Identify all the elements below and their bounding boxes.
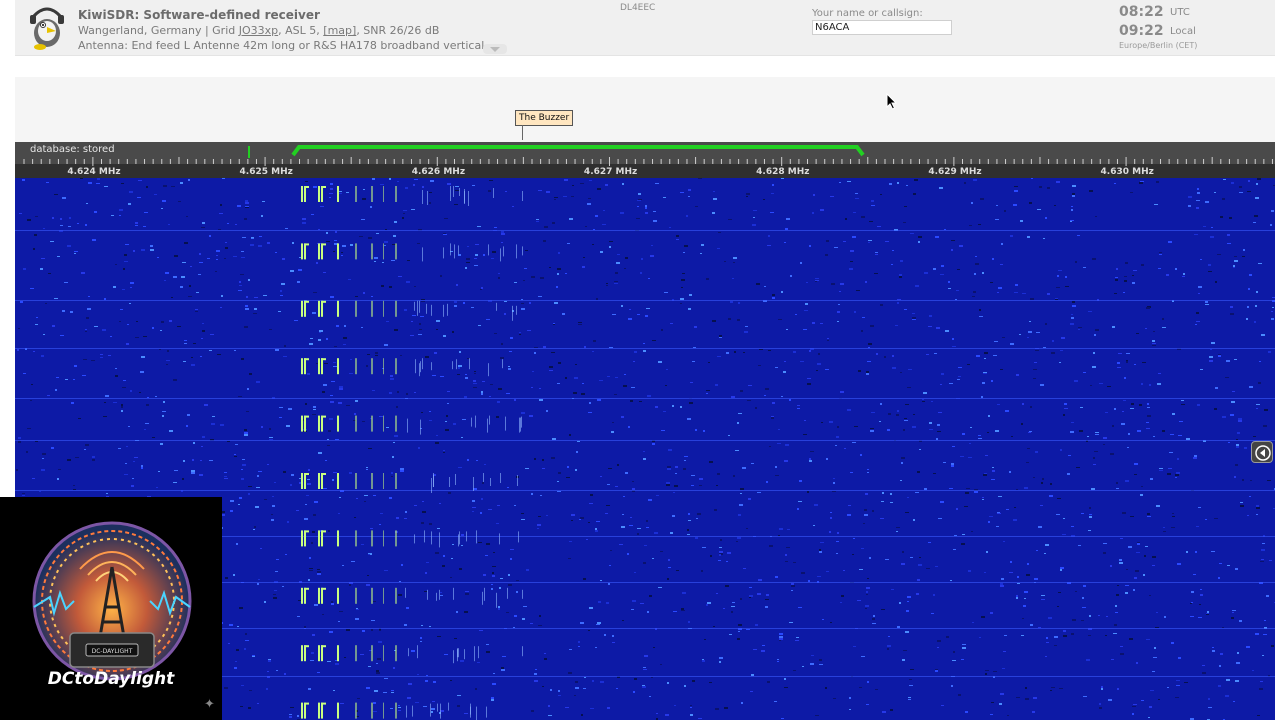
freq-label: 4.628 MHz (756, 167, 810, 177)
grid-link[interactable]: JO33xp (239, 24, 278, 37)
freq-label: 4.624 MHz (67, 167, 121, 177)
map-link[interactable]: [map] (323, 24, 356, 37)
kiwi-logo-icon[interactable] (28, 3, 66, 51)
freq-label: 4.630 MHz (1100, 167, 1154, 177)
freq-label: 4.629 MHz (928, 167, 982, 177)
snr-text: , SNR 26/26 dB (356, 24, 440, 37)
collapse-header-button[interactable] (483, 44, 507, 54)
mouse-pointer-icon (886, 93, 898, 110)
database-status: database: stored (30, 144, 115, 155)
brand-name: DCtoDaylight (47, 669, 175, 689)
utc-time: 08:22 (1119, 4, 1164, 20)
receiver-title: KiwiSDR: Software-defined receiver (78, 8, 320, 22)
antenna-info: Antenna: End feed L Antenne 42m long or … (78, 39, 485, 52)
location-info: Wangerland, Germany | Grid JO33xp, ASL 5… (78, 24, 439, 37)
utc-label: UTC (1170, 7, 1190, 18)
passband-indicator[interactable] (291, 145, 865, 157)
callsign-input[interactable] (812, 20, 952, 35)
dx-label-area: The Buzzer (15, 77, 1275, 142)
asl-text: , ASL 5, (278, 24, 324, 37)
callsign-label: Your name or callsign: (812, 8, 923, 19)
channel-logo-overlay: DC-DAYLIGHT DCtoDaylight ✦ (0, 497, 222, 720)
dx-label-marker (522, 125, 523, 140)
freq-label: 4.626 MHz (411, 167, 466, 177)
badge-text: DC-DAYLIGHT (92, 648, 133, 655)
station-id: DL4EEC (620, 3, 656, 13)
sparkle-icon: ✦ (204, 697, 215, 712)
location-prefix: Wangerland, Germany | Grid (78, 24, 239, 37)
dx-label-the-buzzer[interactable]: The Buzzer (515, 110, 574, 126)
timezone-label: Europe/Berlin (CET) (1119, 41, 1198, 50)
local-label: Local (1170, 26, 1196, 37)
frequency-scale[interactable]: database: stored 4.624 MHz 4.625 MHz 4.626… (15, 142, 1275, 178)
kiwisdr-page: KiwiSDR: Software-defined receiver Wange… (0, 0, 1280, 720)
arrow-left-circle-icon (1255, 445, 1271, 461)
freq-label: 4.627 MHz (583, 167, 638, 177)
scale-ticks (23, 145, 1273, 166)
panel-toggle-button[interactable] (1251, 441, 1273, 463)
freq-label: 4.625 MHz (239, 167, 293, 177)
top-bar: KiwiSDR: Software-defined receiver Wange… (15, 0, 1275, 56)
local-time: 09:22 (1119, 23, 1164, 39)
